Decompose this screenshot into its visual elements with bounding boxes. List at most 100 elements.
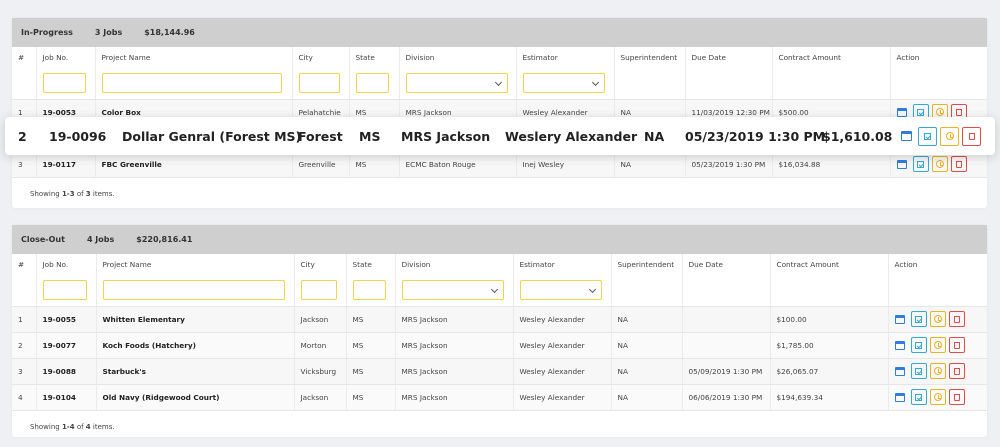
clock-icon — [945, 132, 954, 140]
cell-project[interactable]: Koch Foods (Hatchery) — [96, 332, 295, 359]
city: Forest — [298, 128, 343, 144]
clock-button[interactable] — [929, 337, 946, 353]
city-filter-input[interactable] — [298, 72, 340, 93]
column-header-action[interactable]: Action — [888, 254, 987, 274]
highlighted-row[interactable]: 2 19-0096 Dollar Genral (Forest MS) Fore… — [5, 117, 995, 155]
clock-icon — [935, 160, 944, 168]
checklist-icon — [915, 341, 922, 349]
job-no-filter-input[interactable] — [42, 279, 87, 300]
calendar-icon[interactable] — [894, 366, 905, 376]
cell-state: MS — [346, 358, 396, 385]
column-header-row-number[interactable]: # — [12, 254, 37, 274]
cell-project[interactable]: Starbuck's — [96, 358, 295, 385]
delete-button[interactable] — [948, 311, 965, 327]
table-row[interactable]: 4 19-0104 Old Navy (Ridgewood Court) Jackso… — [12, 384, 988, 411]
cell-amount: $194,639.34 — [770, 384, 889, 411]
column-header-contract-amount[interactable]: Contract Amount — [772, 47, 891, 67]
column-header-state[interactable]: State — [349, 47, 400, 67]
checklist-button[interactable] — [910, 363, 927, 379]
total-amount: $18,144.96 — [144, 28, 195, 37]
row-actions — [901, 126, 981, 146]
checklist-icon — [915, 315, 922, 323]
column-header-division[interactable]: Division — [399, 47, 517, 67]
header-row: # Job No. Project Name City State Division Est… — [12, 47, 987, 67]
jobs-count: 3 Jobs — [94, 28, 123, 37]
column-header-estimator[interactable]: Estimator — [513, 254, 612, 274]
delete-button[interactable] — [948, 363, 965, 379]
clock-icon — [933, 341, 942, 349]
column-header-city[interactable]: City — [294, 254, 347, 274]
calendar-icon[interactable] — [894, 340, 905, 350]
delete-button[interactable] — [962, 126, 981, 146]
trash-icon — [968, 132, 975, 140]
column-header-contract-amount[interactable]: Contract Amount — [770, 254, 889, 274]
checklist-button[interactable] — [910, 389, 927, 405]
cell-job[interactable]: 19-0104 — [36, 384, 97, 411]
column-header-job-no[interactable]: Job No. — [36, 254, 97, 274]
column-header-action[interactable]: Action — [890, 47, 987, 67]
calendar-icon[interactable] — [896, 107, 907, 117]
job-number[interactable]: 19-0096 — [49, 129, 106, 144]
table-row[interactable]: 2 19-0077 Koch Foods (Hatchery) Morton MS MRS… — [12, 332, 987, 359]
delete-button[interactable] — [950, 156, 967, 172]
project-name[interactable]: Dollar Genral (Forest MS) — [122, 129, 301, 144]
column-header-project-name[interactable]: Project Name — [96, 254, 295, 274]
division-filter-select[interactable] — [401, 279, 504, 300]
clock-icon — [935, 108, 944, 116]
cell-due: 06/06/2019 1:30 PM — [682, 384, 771, 411]
table-row[interactable]: 1 19-0055 Whitten Elementary Jackson MS MRS J… — [12, 306, 987, 333]
calendar-icon[interactable] — [896, 159, 907, 169]
calendar-icon[interactable] — [901, 131, 912, 141]
project-name-filter-input[interactable] — [101, 72, 282, 93]
cell-super: NA — [611, 306, 683, 333]
column-header-city[interactable]: City — [292, 47, 350, 67]
clock-button[interactable] — [931, 156, 948, 172]
cell-job[interactable]: 19-0088 — [36, 358, 97, 385]
checklist-button[interactable] — [910, 311, 927, 327]
division: MRS Jackson — [401, 128, 491, 144]
row-actions — [894, 389, 988, 405]
table-row[interactable]: 3 19-0088 Starbuck's Vicksburg MS MRS Jackson… — [12, 358, 987, 385]
column-header-superintendent[interactable]: Superintendent — [611, 254, 683, 274]
clock-button[interactable] — [929, 311, 946, 327]
checklist-button[interactable] — [918, 126, 937, 146]
cell-division: MRS Jackson — [395, 332, 514, 359]
state-filter-input[interactable] — [352, 279, 386, 300]
cell-job[interactable]: 19-0055 — [36, 306, 97, 333]
city-filter-input[interactable] — [300, 279, 337, 300]
division-filter-select[interactable] — [405, 72, 508, 93]
column-header-division[interactable]: Division — [395, 254, 514, 274]
clock-button[interactable] — [929, 363, 946, 379]
estimator-filter-select[interactable] — [522, 72, 605, 93]
cell-project[interactable]: Old Navy (Ridgewood Court) — [96, 384, 295, 411]
estimator-filter-select[interactable] — [519, 279, 602, 300]
column-header-state[interactable]: State — [346, 254, 396, 274]
clock-button[interactable] — [929, 389, 946, 405]
jobs-count: 4 Jobs — [86, 235, 115, 244]
delete-button[interactable] — [948, 337, 965, 353]
job-no-filter-input[interactable] — [42, 72, 86, 93]
column-header-row-number[interactable]: # — [12, 47, 37, 67]
column-header-due-date[interactable]: Due Date — [685, 47, 773, 67]
project-name-filter-input[interactable] — [102, 279, 285, 300]
trash-icon — [953, 393, 960, 401]
cell-project[interactable]: Whitten Elementary — [96, 306, 295, 333]
column-header-project-name[interactable]: Project Name — [95, 47, 293, 67]
header-row: # Job No. Project Name City State Division Est… — [12, 254, 987, 274]
state-filter-input[interactable] — [355, 72, 389, 93]
calendar-icon[interactable] — [894, 314, 905, 324]
column-header-estimator[interactable]: Estimator — [516, 47, 615, 67]
checklist-button[interactable] — [912, 156, 929, 172]
cell-state: MS — [346, 384, 396, 411]
column-header-job-no[interactable]: Job No. — [36, 47, 96, 67]
checklist-button[interactable] — [910, 337, 927, 353]
cell-due — [682, 332, 771, 359]
cell-job[interactable]: 19-0077 — [36, 332, 97, 359]
column-header-due-date[interactable]: Due Date — [682, 254, 771, 274]
delete-button[interactable] — [948, 389, 965, 405]
clock-button[interactable] — [940, 126, 959, 146]
cell-super: NA — [611, 384, 683, 411]
checklist-icon — [917, 160, 924, 168]
column-header-superintendent[interactable]: Superintendent — [614, 47, 686, 67]
calendar-icon[interactable] — [894, 392, 905, 402]
